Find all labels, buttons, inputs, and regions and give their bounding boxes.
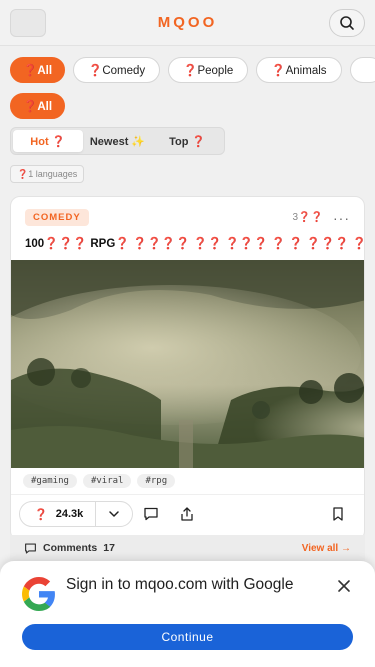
category-chips: ❓All ❓Comedy ❓People ❓Animals: [0, 46, 375, 83]
close-icon: [338, 580, 350, 592]
tag-rpg[interactable]: #rpg: [137, 474, 176, 488]
upvote-icon: ❓: [34, 508, 48, 521]
category-badge[interactable]: COMEDY: [25, 209, 89, 226]
share-button[interactable]: [169, 501, 205, 527]
post-title[interactable]: 100❓❓❓ RPG❓ ❓❓❓❓ ❓❓ ❓❓❓ ❓ ❓ ❓❓❓ ❓❓ ❓ ❓❓: [11, 226, 364, 250]
search-button[interactable]: [329, 8, 365, 37]
sort-tabs: Hot ❓ Newest ✨ Top ❓: [10, 127, 225, 155]
tab-top[interactable]: Top ❓: [152, 130, 222, 152]
downvote-button[interactable]: [96, 502, 132, 526]
search-icon: [340, 15, 354, 30]
bookmark-button[interactable]: [320, 501, 356, 527]
site-logo[interactable]: MQOO: [158, 14, 218, 31]
comments-bar: Comments 17 View all →: [10, 535, 365, 561]
close-button[interactable]: [333, 575, 355, 597]
foggy-landscape-image: [11, 260, 364, 468]
top-header: MQOO: [0, 0, 375, 46]
chip-animals[interactable]: ❓Animals: [256, 57, 342, 83]
comment-icon: [25, 542, 36, 554]
tab-newest[interactable]: Newest ✨: [83, 130, 153, 152]
comment-button[interactable]: [133, 501, 169, 527]
post-actions: ❓ 24.3k: [11, 494, 364, 527]
tab-hot[interactable]: Hot ❓: [13, 130, 83, 152]
tag-viral[interactable]: #viral: [82, 474, 132, 488]
share-icon: [181, 507, 193, 521]
menu-button[interactable]: [10, 8, 46, 37]
chip-comedy[interactable]: ❓Comedy: [73, 57, 161, 83]
post-card: COMEDY 3❓❓ ··· 100❓❓❓ RPG❓ ❓❓❓❓ ❓❓ ❓❓❓ ❓…: [10, 196, 365, 541]
post-time: 3❓❓: [292, 212, 323, 223]
subchip-all[interactable]: ❓All: [10, 93, 66, 119]
subcategory-chips: ❓All: [0, 83, 375, 119]
chip-people[interactable]: ❓People: [168, 57, 249, 83]
more-options-icon[interactable]: ···: [333, 210, 350, 226]
comments-label: Comments: [43, 542, 98, 554]
languages-badge[interactable]: ❓1 languages: [10, 165, 85, 183]
comments-count: 17: [103, 542, 115, 554]
comment-icon: [144, 507, 158, 521]
bookmark-icon: [333, 507, 343, 521]
tag-list: #gaming #viral #rpg: [11, 468, 364, 488]
continue-button[interactable]: Continue: [22, 624, 353, 650]
chevron-down-icon: [109, 511, 119, 517]
signin-message: Sign in to mqoo.com with Google: [66, 576, 294, 593]
tag-gaming[interactable]: #gaming: [23, 474, 77, 488]
upvote-button[interactable]: ❓ 24.3k: [20, 502, 97, 526]
view-all-link[interactable]: View all →: [302, 543, 351, 554]
vote-count: 24.3k: [55, 508, 84, 520]
chip-more[interactable]: [349, 57, 375, 83]
google-logo-icon: [22, 577, 55, 611]
chip-all[interactable]: ❓All: [10, 57, 66, 83]
vote-control: ❓ 24.3k: [19, 501, 134, 527]
google-signin-sheet: Sign in to mqoo.com with Google Continue: [0, 561, 375, 667]
post-image[interactable]: [11, 260, 364, 468]
